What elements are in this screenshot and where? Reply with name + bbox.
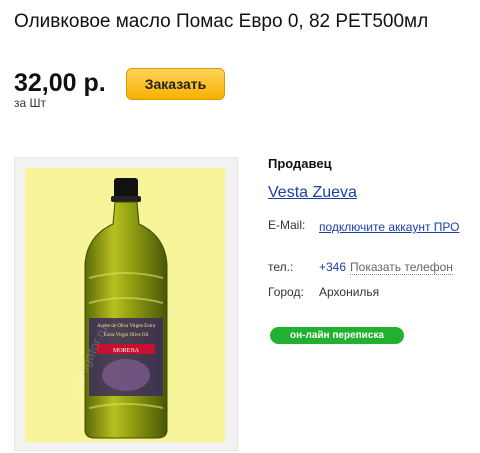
product-photo[interactable]: Aceite de Oliva Virgen Extra Extra Virgi… (25, 168, 225, 442)
svg-text:MORENA: MORENA (113, 348, 140, 354)
email-value[interactable]: подключите аккаунт ПРО (319, 219, 460, 235)
seller-name-link[interactable]: Vesta Zueva (268, 184, 357, 202)
connect-pro-link[interactable]: подключите аккаунт ПРО (319, 220, 460, 234)
bottle-cap (114, 178, 138, 198)
email-label: E-Mail: (268, 218, 306, 232)
show-phone-link[interactable]: Показать телефон (350, 260, 453, 275)
city-value: Архонилья (319, 285, 380, 299)
phone-prefix: +346 (319, 260, 347, 274)
product-price: 32,00 р. (14, 69, 106, 97)
city-label: Город: (268, 285, 304, 299)
phone-row: +346 Показать телефон (319, 259, 453, 275)
olive-oil-bottle-image: Aceite de Oliva Virgen Extra Extra Virgi… (64, 178, 168, 439)
seller-heading: Продавец (268, 156, 332, 171)
product-photo-frame: Aceite de Oliva Virgen Extra Extra Virgi… (14, 157, 238, 451)
online-chat-button[interactable]: он-лайн переписка (270, 327, 404, 344)
order-button[interactable]: Заказать (126, 68, 225, 100)
price-unit: за Шт (14, 96, 47, 110)
product-title: Оливковое масло Помас Евро 0, 82 PET500м… (14, 11, 429, 32)
phone-label: тел.: (268, 260, 294, 274)
svg-text:Extra Virgin Olive Oil: Extra Virgin Olive Oil (104, 333, 149, 338)
